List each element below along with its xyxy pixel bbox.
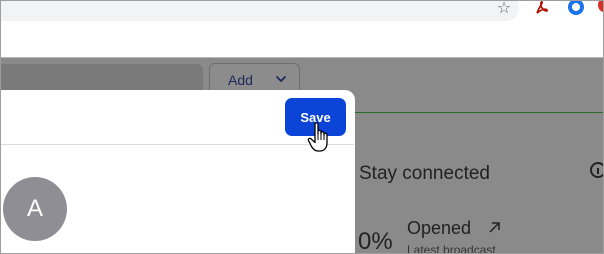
modal-divider bbox=[1, 144, 354, 145]
avatar[interactable]: A bbox=[3, 177, 67, 241]
pdf-extension-icon[interactable] bbox=[534, 1, 550, 15]
info-icon[interactable] bbox=[590, 162, 603, 178]
opened-link[interactable]: Opened bbox=[407, 218, 471, 239]
add-button-label: Add bbox=[228, 71, 253, 88]
hand-cursor-icon bbox=[307, 122, 328, 152]
chevron-down-icon bbox=[276, 76, 286, 82]
divider-line bbox=[353, 112, 603, 113]
star-icon[interactable]: ☆ bbox=[495, 1, 513, 17]
blue-extension-icon[interactable] bbox=[568, 1, 584, 15]
opened-percent: 0% bbox=[358, 228, 393, 254]
arrow-up-right-icon[interactable] bbox=[488, 221, 501, 234]
card-title: Stay connected bbox=[359, 163, 490, 184]
browser-toolbar: ☆ bbox=[1, 1, 603, 23]
browser-window: ☆ Add Stay connected 0% Opened Latest br… bbox=[0, 0, 604, 254]
address-bar[interactable] bbox=[1, 1, 519, 21]
latest-broadcast-label: Latest broadcast bbox=[407, 243, 496, 254]
red-extension-icon[interactable] bbox=[598, 1, 603, 12]
